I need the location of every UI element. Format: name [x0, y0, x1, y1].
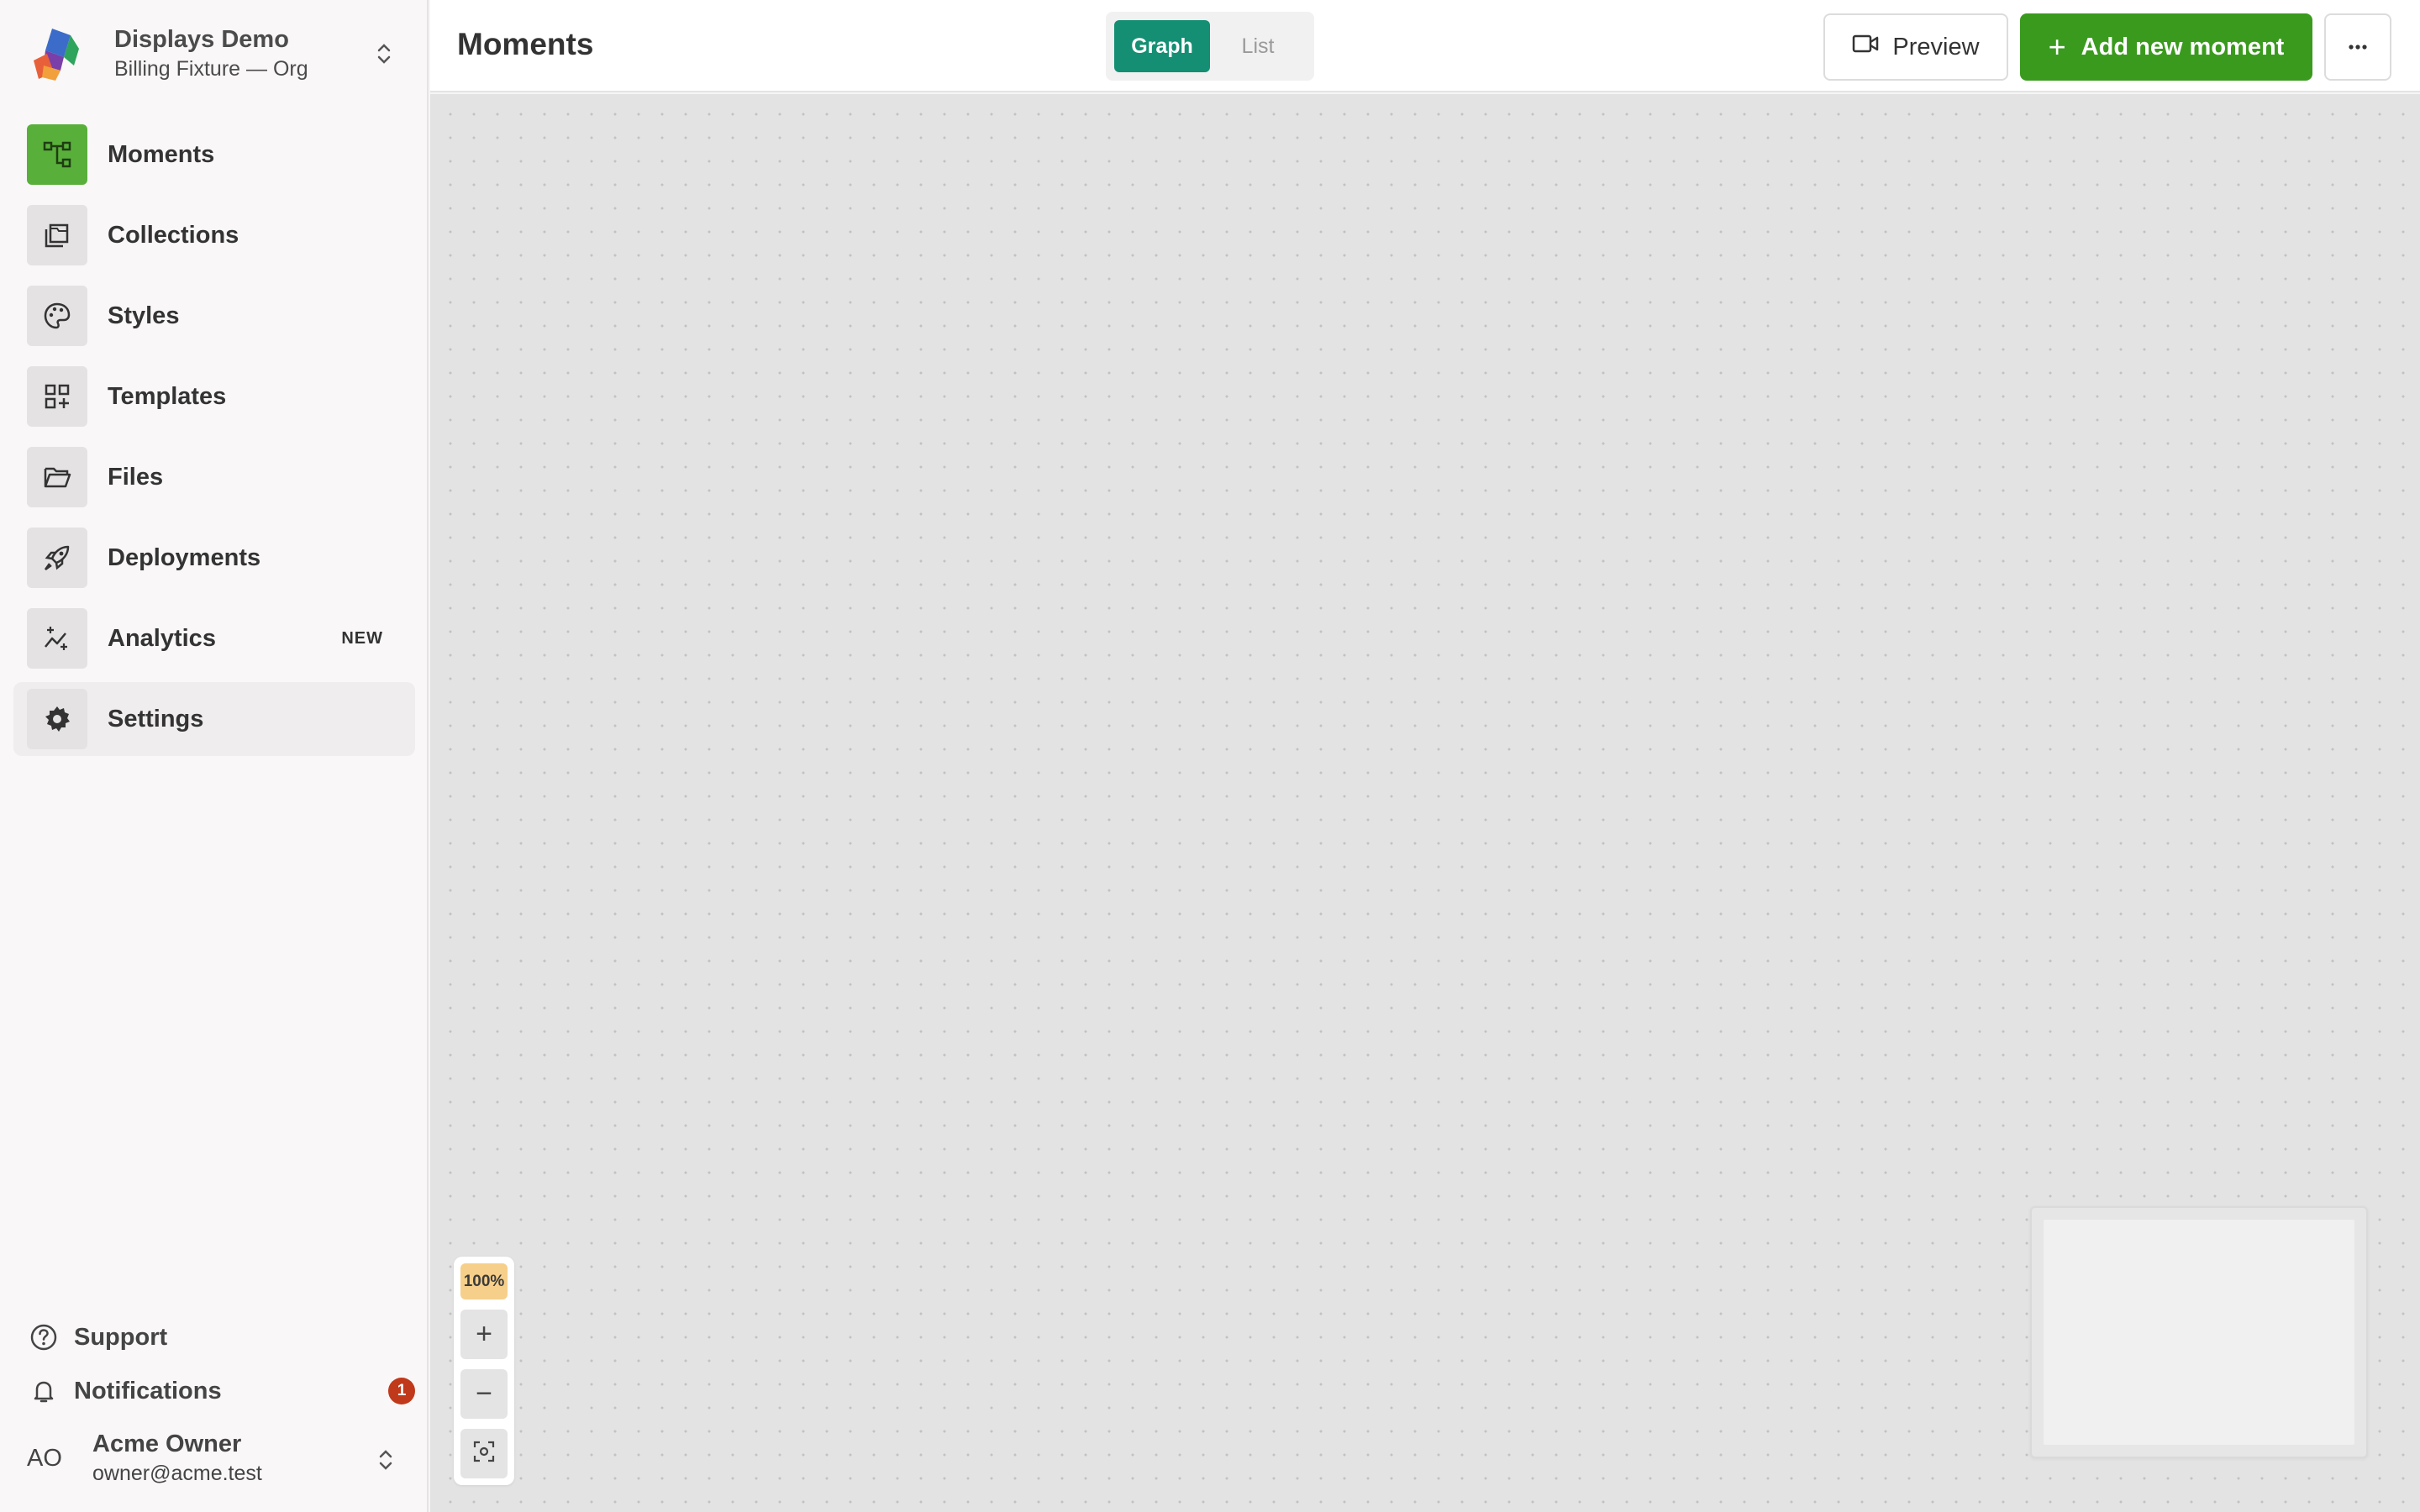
preview-label: Preview	[1892, 33, 1980, 60]
notifications-label: Notifications	[74, 1377, 222, 1404]
video-camera-icon	[1852, 33, 1879, 61]
fit-view-icon	[473, 1437, 495, 1470]
sidebar-item-styles[interactable]: Styles	[13, 279, 415, 353]
org-name: Displays Demo	[114, 26, 289, 53]
sidebar-item-collections[interactable]: Collections	[13, 198, 415, 272]
sidebar-item-label: Files	[108, 463, 164, 491]
sidebar-item-settings[interactable]: Settings	[13, 682, 415, 756]
sidebar-item-label: Deployments	[108, 543, 261, 571]
rocket-icon	[27, 528, 87, 588]
minimap[interactable]	[2030, 1206, 2368, 1458]
add-new-moment-button[interactable]: + Add new moment	[2020, 13, 2312, 81]
sidebar-item-label: Moments	[108, 140, 215, 168]
support-label: Support	[74, 1323, 168, 1351]
user-menu[interactable]: AO Acme Owner owner@acme.test	[27, 1425, 407, 1492]
sidebar-item-label: Settings	[108, 705, 204, 732]
sidebar-item-label: Collections	[108, 221, 239, 249]
sidebar-item-deployments[interactable]: Deployments	[13, 521, 415, 595]
zoom-out-button[interactable]: −	[460, 1369, 508, 1420]
moments-graph-icon	[27, 124, 87, 185]
sidebar-item-analytics[interactable]: Analytics NEW	[13, 601, 415, 675]
list-view-tab[interactable]: List	[1210, 20, 1306, 72]
graph-canvas[interactable]: 100% + −	[430, 94, 2420, 1512]
sidebar: Displays Demo Billing Fixture — Org Mome…	[0, 0, 429, 1512]
sidebar-item-files[interactable]: Files	[13, 440, 415, 514]
sidebar-item-templates[interactable]: Templates	[13, 360, 415, 433]
zoom-controls: 100% + −	[454, 1257, 514, 1485]
sidebar-item-label: Templates	[108, 382, 227, 410]
notification-count-badge: 1	[388, 1378, 415, 1404]
gear-icon	[27, 689, 87, 749]
zoom-in-button[interactable]: +	[460, 1310, 508, 1360]
folder-open-icon	[27, 447, 87, 507]
ellipsis-icon	[2348, 39, 2368, 55]
org-subtitle: Billing Fixture — Org	[114, 57, 308, 81]
graph-view-tab[interactable]: Graph	[1114, 20, 1210, 72]
preview-button[interactable]: Preview	[1823, 13, 2008, 81]
user-email: owner@acme.test	[92, 1462, 262, 1485]
sidebar-item-label: Analytics	[108, 624, 216, 652]
minimap-viewport[interactable]	[2044, 1220, 2354, 1445]
user-name: Acme Owner	[92, 1431, 242, 1457]
sidebar-nav: Moments Collections Styles Templates Fil…	[13, 118, 415, 763]
plus-icon: +	[2048, 29, 2066, 64]
top-bar: Moments Graph List Preview + Add new mom…	[430, 0, 2420, 92]
collections-icon	[27, 205, 87, 265]
org-switcher[interactable]: Displays Demo Billing Fixture — Org	[27, 22, 405, 86]
support-link[interactable]: Support	[27, 1310, 413, 1364]
fit-view-button[interactable]	[460, 1429, 508, 1478]
help-circle-icon	[27, 1320, 60, 1354]
analytics-sparkle-icon	[27, 608, 87, 669]
page-title: Moments	[457, 27, 594, 61]
sidebar-item-label: Styles	[108, 302, 180, 329]
chevron-updown-icon[interactable]	[373, 1443, 398, 1477]
sidebar-footer-links: Support Notifications 1	[27, 1310, 415, 1418]
templates-grid-icon	[27, 366, 87, 427]
bell-icon	[27, 1374, 60, 1408]
zoom-level-indicator: 100%	[460, 1263, 508, 1300]
notifications-link[interactable]: Notifications 1	[27, 1364, 415, 1418]
add-new-moment-label: Add new moment	[2081, 33, 2285, 60]
view-toggle: Graph List	[1106, 12, 1314, 81]
palette-icon	[27, 286, 87, 346]
sidebar-item-moments[interactable]: Moments	[13, 118, 415, 192]
app-logo	[27, 24, 87, 84]
more-options-button[interactable]	[2324, 13, 2391, 81]
chevron-updown-icon[interactable]	[371, 37, 397, 71]
new-badge: NEW	[341, 628, 383, 648]
avatar: AO	[27, 1444, 62, 1472]
